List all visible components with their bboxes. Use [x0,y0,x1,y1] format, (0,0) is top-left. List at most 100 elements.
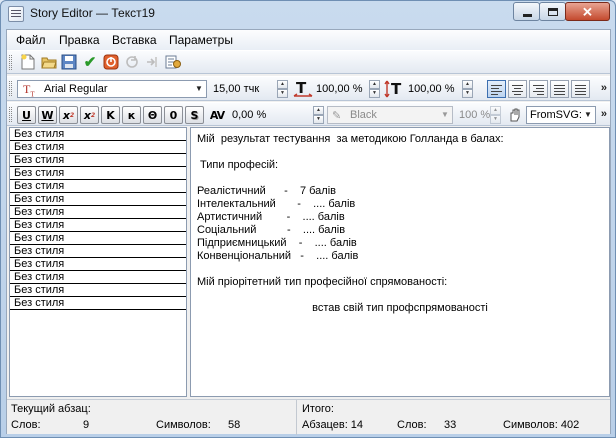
all-caps-button[interactable]: K [101,106,120,124]
total-chars-count: Символов: 402 [503,419,580,431]
text-line: Підприємницький - .... балів [197,237,357,249]
subscript-label: x [62,108,70,122]
text-line: Реалістичний - 7 балів [197,185,336,197]
window-title: Story Editor — Текст19 [30,6,155,20]
style-list-item[interactable]: Без стиля [10,232,186,245]
style-list-item[interactable]: Без стиля [10,193,186,206]
horizontal-scale-spinner[interactable]: ▲ ▼ [369,80,380,98]
apply-check-icon[interactable]: ✔ [81,53,99,71]
outline-button[interactable]: 0 [164,106,183,124]
tracking-value[interactable]: 0,00 % [232,109,266,121]
text-color-select[interactable]: ✎ Black ▼ [327,106,453,124]
open-folder-icon[interactable] [40,53,58,71]
close-icon: ✕ [582,4,593,19]
total-label: Итого: [302,403,334,415]
chevron-down-icon[interactable]: ▼ [438,107,452,123]
svg-text:T: T [296,80,307,97]
text-line: Мій пріорітетний тип професійної спрямов… [197,276,448,288]
style-list-item[interactable]: Без стиля [10,128,186,141]
style-list-item[interactable]: Без стиля [10,297,186,310]
hand-tool-icon[interactable] [506,106,524,124]
cancel-icon[interactable] [102,53,120,71]
style-list-item[interactable]: Без стиля [10,258,186,271]
tracking-spinner[interactable]: ▲ ▼ [313,106,324,124]
horizontal-scale-value[interactable]: 100,00 % [316,83,362,95]
style-toolbar: U W x2 x2 K к Θ 0 S AV 0,00 % ▲ ▼ ✎ Black… [7,102,610,126]
style-list-item[interactable]: Без стиля [10,206,186,219]
text-line [197,289,603,302]
properties-icon[interactable] [164,53,182,71]
shade-spinner[interactable]: ▲ ▼ [490,106,501,124]
font-toolbar: TT Arial Regular ▼ 15,00 тчк ▲ ▼ T 100,00… [7,76,610,101]
style-list-item[interactable]: Без стиля [10,167,186,180]
text-line [197,263,603,276]
maximize-icon [548,8,558,16]
superscript-button[interactable]: x2 [80,106,99,124]
words-value: 9 [83,419,90,431]
horizontal-scale-icon: T [292,80,314,98]
font-size-spinner[interactable]: ▲ ▼ [277,80,288,98]
app-icon [8,6,24,22]
close-button[interactable]: ✕ [565,2,610,21]
shade-value[interactable]: 100 % [459,109,490,121]
menu-edit[interactable]: Правка [59,33,100,47]
word-underline-button[interactable]: W [38,106,57,124]
toolbar-grip[interactable] [9,81,12,96]
total-words-label: Слов: [397,419,427,431]
new-document-icon[interactable] [19,53,37,71]
current-paragraph-label: Текущий абзац: [11,403,91,415]
vertical-scale-value[interactable]: 100,00 % [408,83,454,95]
text-line: Мій результат тестування за методикою Го… [197,133,504,145]
align-left-button[interactable] [487,80,506,98]
align-right-button[interactable] [529,80,548,98]
refresh-icon[interactable] [123,53,141,71]
subscript-button[interactable]: x2 [59,106,78,124]
menu-bar: Файл Правка Вставка Параметры [7,30,610,50]
total-words-value: 33 [444,419,457,431]
style-list-item[interactable]: Без стиля [10,245,186,258]
title-bar[interactable]: Story Editor — Текст19 ✕ [1,1,615,27]
align-justify-button[interactable] [550,80,569,98]
svg-text:T: T [391,80,402,98]
underline-button[interactable]: U [17,106,36,124]
story-text-area[interactable]: Мій результат тестування за методикою Го… [190,127,610,397]
toolbar-grip[interactable] [9,55,12,70]
maximize-button[interactable] [539,2,566,21]
vertical-scale-spinner[interactable]: ▲ ▼ [462,80,473,98]
style-list-item[interactable]: Без стиля [10,180,186,193]
align-center-button[interactable] [508,80,527,98]
style-list-item[interactable]: Без стиля [10,284,186,297]
toolbar-grip[interactable] [9,107,12,122]
menu-insert[interactable]: Вставка [112,33,157,47]
style-list-item[interactable]: Без стиля [10,219,186,232]
style-list-item[interactable]: Без стиля [10,141,186,154]
align-force-justify-button[interactable] [571,80,590,98]
export-icon[interactable] [143,53,161,71]
svg-preset-select[interactable]: FromSVG: ▼ [526,106,596,124]
vertical-scale-icon: T [383,80,405,98]
text-color-value: Black [350,109,377,121]
toolbar-overflow-button[interactable]: » [601,108,607,120]
menu-file[interactable]: Файл [16,33,46,47]
chevron-down-icon[interactable]: ▼ [581,107,595,123]
font-family-select[interactable]: TT Arial Regular ▼ [17,80,207,98]
status-divider [296,400,297,435]
menu-settings[interactable]: Параметры [169,33,233,47]
small-caps-button[interactable]: к [122,106,141,124]
svg-preset-value: FromSVG: [530,109,582,121]
tracking-icon-label: AV [209,108,225,122]
style-list-item[interactable]: Без стиля [10,271,186,284]
minimize-button[interactable] [513,2,540,21]
style-list-item[interactable]: Без стиля [10,154,186,167]
shadow-button[interactable]: S [185,106,204,124]
font-size-value[interactable]: 15,00 тчк [213,83,259,95]
strikethrough-button[interactable]: Θ [143,106,162,124]
text-line: Типи професій: [197,159,279,171]
story-editor-window: Story Editor — Текст19 ✕ Файл Правка Вст… [0,0,616,438]
text-line [197,146,603,159]
save-icon[interactable] [60,53,78,71]
pencil-icon: ✎ [332,110,342,122]
chevron-down-icon[interactable]: ▼ [192,81,206,97]
toolbar-overflow-button[interactable]: » [601,82,607,94]
text-line: Інтелектальний - .... балів [197,198,356,210]
